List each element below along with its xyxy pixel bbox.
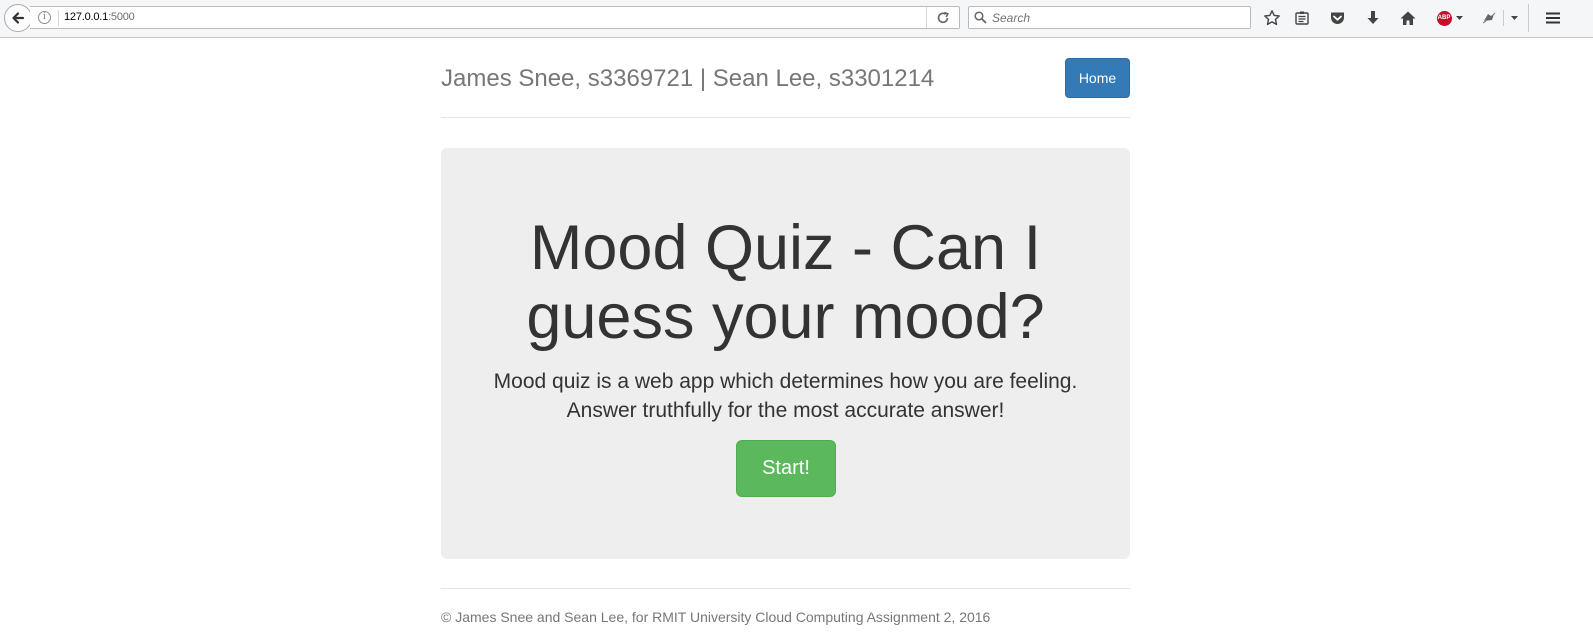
- adblock-icon: ABP: [1436, 10, 1452, 26]
- back-arrow-icon: [12, 12, 25, 24]
- jumbotron: Mood Quiz - Can I guess your mood? Mood …: [441, 148, 1130, 559]
- home-icon: [1400, 11, 1416, 25]
- star-icon: [1264, 10, 1280, 26]
- footer-text: © James Snee and Sean Lee, for RMIT Univ…: [441, 609, 991, 625]
- quiz-description: Mood quiz is a web app which determines …: [493, 370, 1078, 422]
- pocket-button[interactable]: [1327, 8, 1347, 28]
- page-footer: © James Snee and Sean Lee, for RMIT Univ…: [441, 588, 1130, 625]
- url-host: 127.0.0.1: [64, 11, 109, 23]
- dropdown-icon: [1455, 16, 1463, 20]
- start-button[interactable]: Start!: [736, 440, 836, 497]
- home-button[interactable]: Home: [1065, 58, 1130, 98]
- toolbar-separator: [1503, 10, 1504, 26]
- url-bar[interactable]: i 127.0.0.1:5000: [30, 6, 960, 29]
- reload-icon: [937, 11, 949, 23]
- menu-icon: [1546, 12, 1560, 24]
- page-title: James Snee, s3369721 | Sean Lee, s330121…: [441, 65, 935, 92]
- pocket-icon: [1330, 12, 1344, 24]
- reload-button[interactable]: [926, 7, 959, 28]
- quiz-title: Mood Quiz - Can I guess your mood?: [526, 213, 1045, 352]
- extension-button[interactable]: [1479, 8, 1499, 28]
- dropdown-icon: [1510, 16, 1518, 20]
- back-button[interactable]: [4, 4, 32, 32]
- home-page-button[interactable]: [1398, 8, 1418, 28]
- adblock-button[interactable]: ABP: [1433, 8, 1467, 28]
- page-container: James Snee, s3369721 | Sean Lee, s330121…: [441, 38, 1130, 625]
- browser-toolbar: i 127.0.0.1:5000 Search ABP: [0, 0, 1593, 38]
- url-text[interactable]: 127.0.0.1:5000: [64, 11, 135, 23]
- reading-list-button[interactable]: [1292, 8, 1312, 28]
- page-header: James Snee, s3369721 | Sean Lee, s330121…: [441, 38, 1130, 118]
- extension-menu-button[interactable]: [1506, 8, 1522, 28]
- search-placeholder: Search: [992, 11, 1031, 25]
- url-separator: [58, 10, 59, 26]
- download-icon: [1367, 11, 1379, 24]
- search-bar[interactable]: Search: [968, 6, 1251, 29]
- main-menu-button[interactable]: [1543, 8, 1563, 28]
- info-icon[interactable]: i: [38, 11, 51, 24]
- reading-list-icon: [1295, 11, 1309, 25]
- toolbar-separator: [1528, 4, 1529, 32]
- downloads-button[interactable]: [1363, 8, 1383, 28]
- bookmark-star-button[interactable]: [1262, 8, 1282, 28]
- url-port: :5000: [108, 11, 135, 23]
- search-icon: [974, 11, 987, 29]
- extension-icon: [1482, 12, 1496, 24]
